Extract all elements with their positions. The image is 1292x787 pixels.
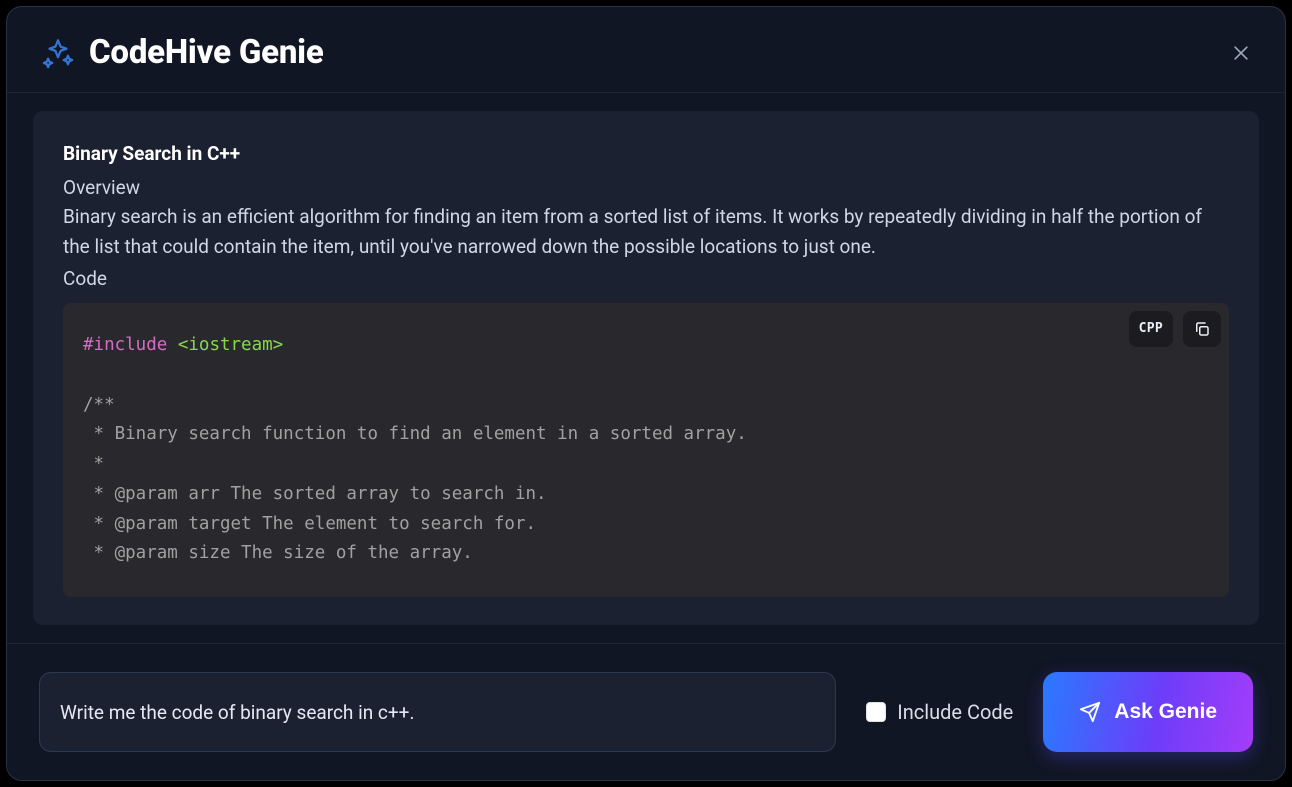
overview-label: Overview: [63, 173, 1229, 203]
sparkle-icon: [41, 36, 75, 70]
close-button[interactable]: [1227, 39, 1255, 67]
footer: Include Code Ask Genie: [7, 643, 1285, 780]
response-box[interactable]: Binary Search in C++ Overview Binary sea…: [33, 111, 1259, 625]
code-block: CPP #include <iostream> /** * Binary sea…: [63, 303, 1229, 597]
code-comment-line: *: [83, 454, 104, 474]
overview-text: Binary search is an efficient algorithm …: [63, 202, 1229, 261]
ask-genie-label: Ask Genie: [1114, 700, 1217, 724]
code-lang-badge: CPP: [1129, 311, 1173, 347]
modal-title: CodeHive Genie: [89, 33, 324, 72]
content-area: Binary Search in C++ Overview Binary sea…: [7, 93, 1285, 643]
response-title: Binary Search in C++: [63, 139, 1229, 169]
code-include-target: <iostream>: [178, 335, 283, 355]
copy-code-button[interactable]: [1183, 311, 1221, 347]
code-comment-line: * Binary search function to find an elem…: [83, 424, 747, 444]
code-include-keyword: #include: [83, 335, 167, 355]
code-comment-line: * @param target The element to search fo…: [83, 514, 536, 534]
send-icon: [1079, 701, 1101, 723]
prompt-input-wrap[interactable]: [39, 672, 836, 752]
ask-genie-button[interactable]: Ask Genie: [1043, 672, 1253, 752]
prompt-input[interactable]: [60, 701, 815, 724]
code-comment-line: /**: [83, 395, 115, 415]
code-comment-line: * @param size The size of the array.: [83, 543, 473, 563]
code-label: Code: [63, 264, 1229, 294]
include-code-label: Include Code: [897, 700, 1013, 724]
genie-modal: CodeHive Genie Binary Search in C++ Over…: [6, 6, 1286, 781]
include-code-toggle[interactable]: Include Code: [866, 700, 1013, 724]
code-badges: CPP: [1129, 311, 1221, 347]
header-left: CodeHive Genie: [41, 33, 324, 72]
code-comment-line: * @param arr The sorted array to search …: [83, 484, 547, 504]
modal-header: CodeHive Genie: [7, 7, 1285, 93]
code-content: #include <iostream> /** * Binary search …: [83, 331, 1209, 569]
include-code-checkbox[interactable]: [866, 702, 886, 722]
